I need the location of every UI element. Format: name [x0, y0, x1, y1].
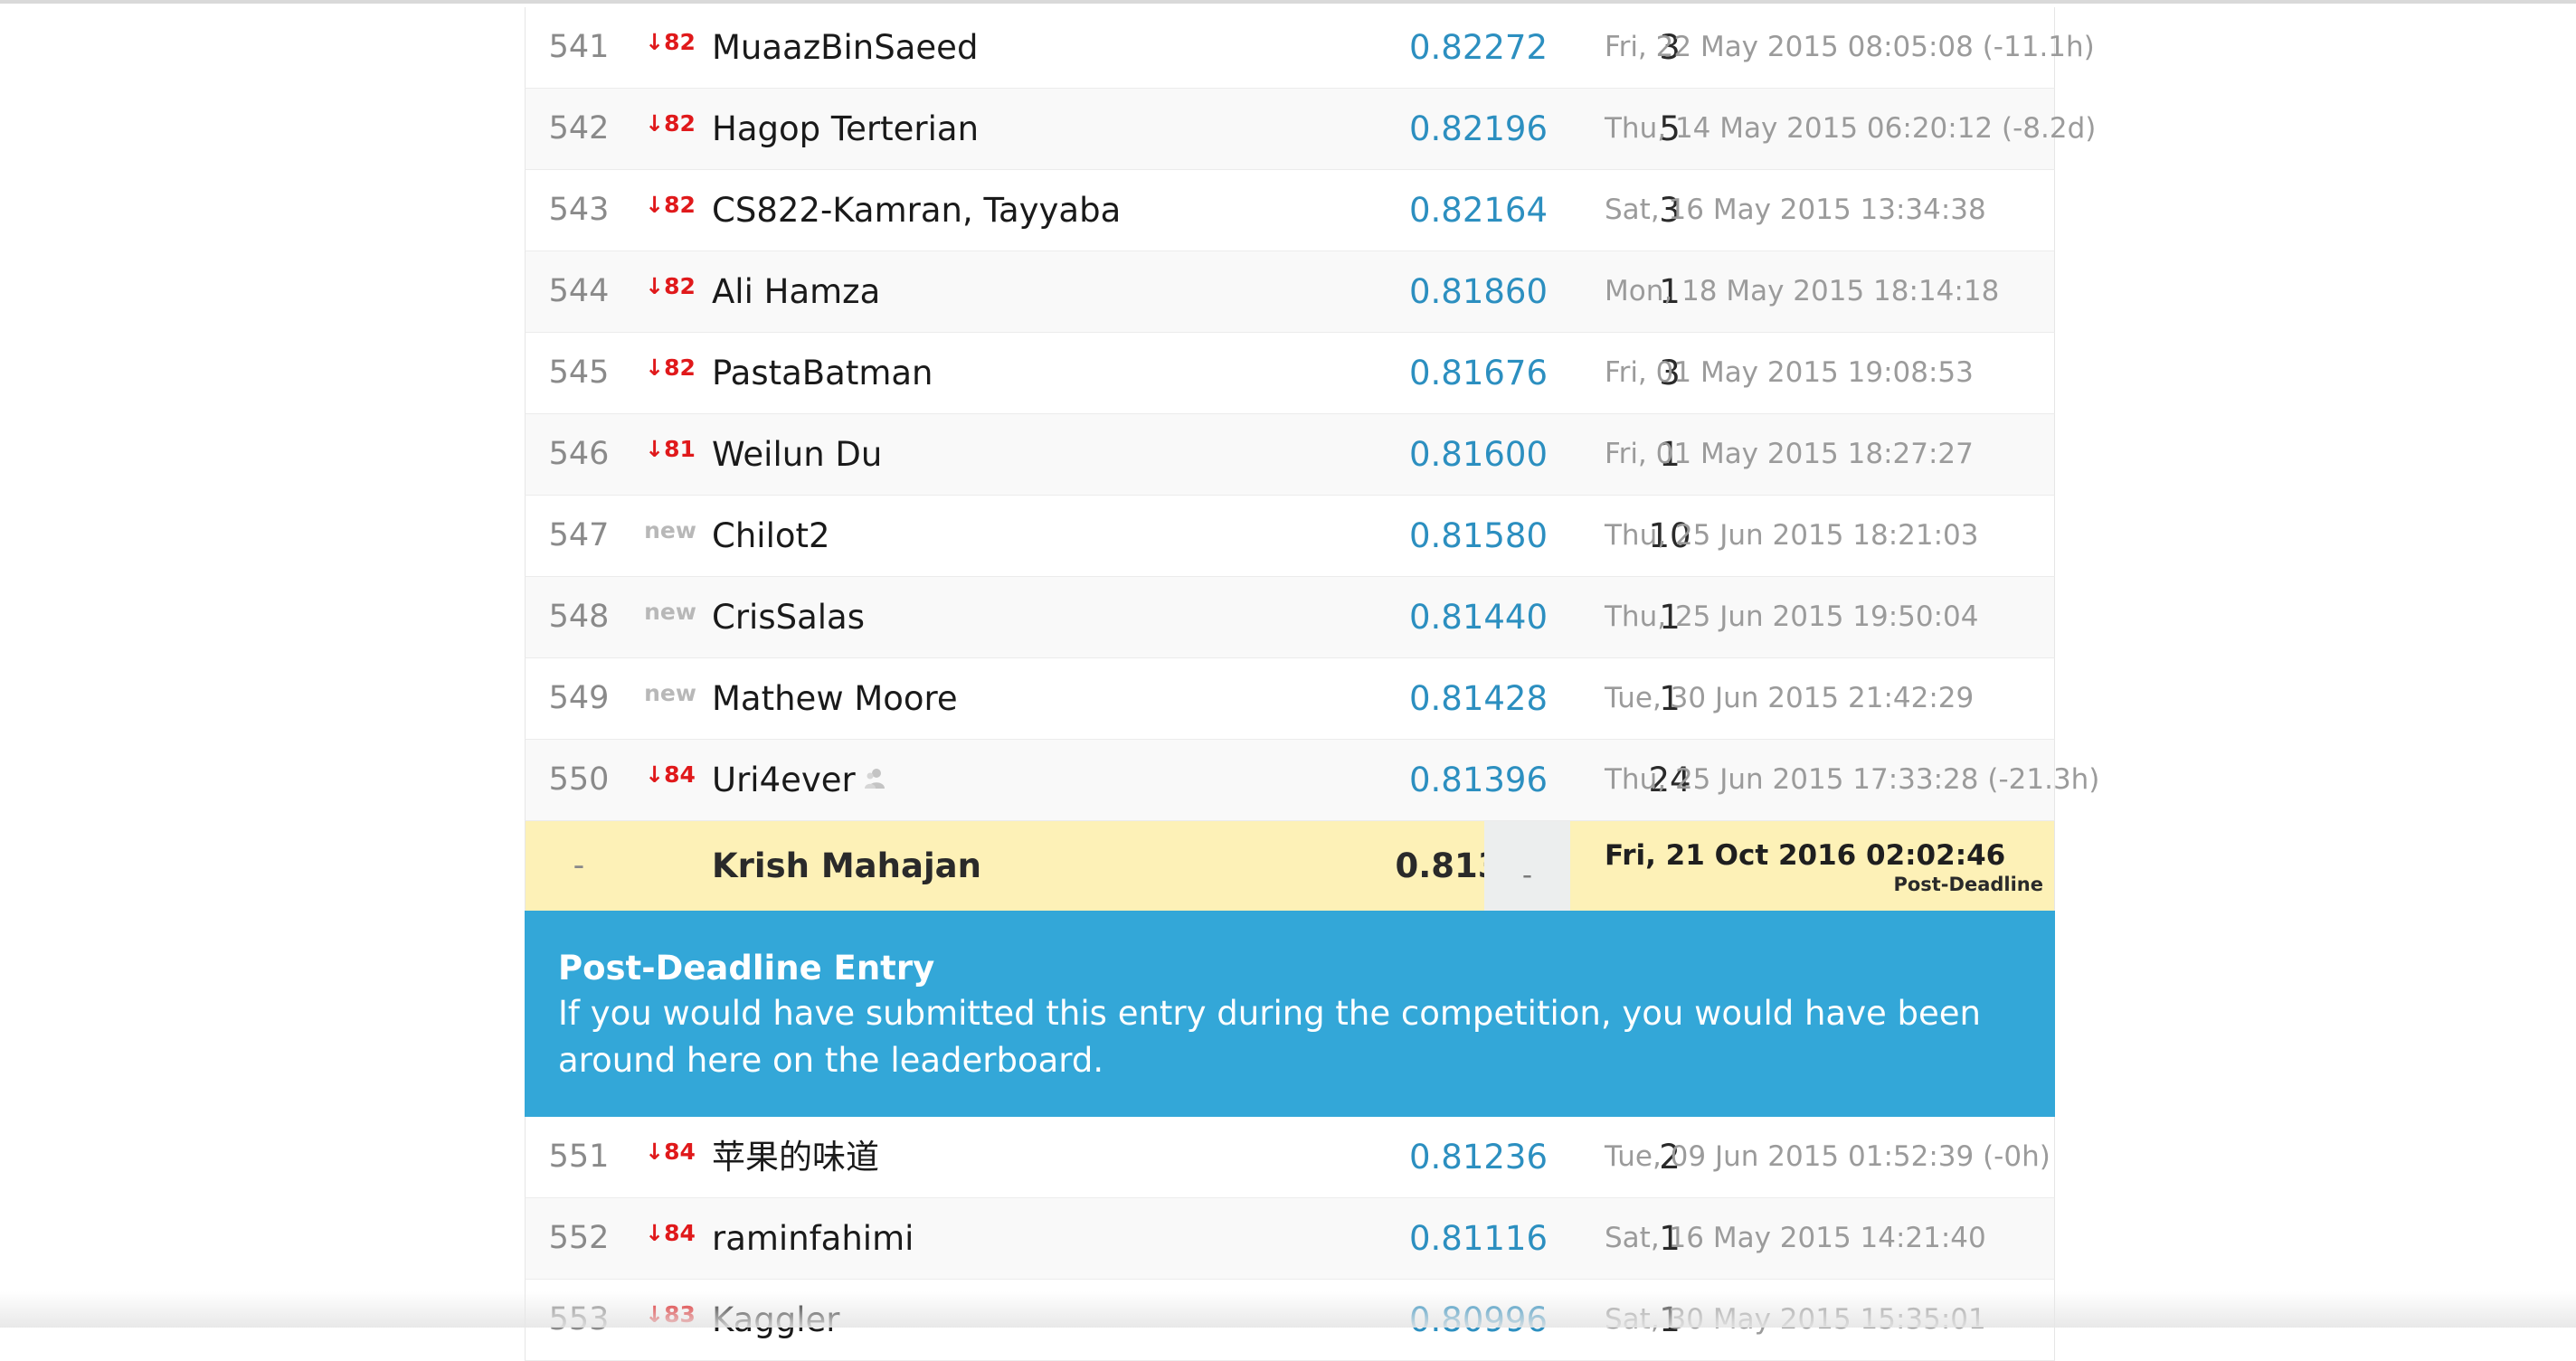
row-team: Ali Hamza	[712, 251, 1291, 332]
row-rank-change: new	[644, 599, 696, 625]
row-rank-change: new	[644, 517, 696, 543]
row-last-submission: Fri, 01 May 2015 18:27:27	[1605, 438, 1974, 470]
post-deadline-banner: Post-Deadline Entry If you would have su…	[525, 911, 2055, 1117]
row-team: Chilot2	[712, 496, 1291, 576]
row-team: raminfahimi	[712, 1198, 1291, 1279]
table-row: 541 ↓82 MuaazBinSaeed 0.82272 3 Fri, 22 May 2…	[525, 7, 2095, 89]
row-team: Uri4ever	[712, 740, 1291, 820]
row-rank-change: ↓84	[645, 761, 696, 788]
row-rank: 541	[548, 29, 610, 65]
row-rank: 542	[548, 110, 610, 146]
row-last-submission: Sat, 16 May 2015 13:34:38	[1605, 194, 1986, 226]
row-rank: 547	[548, 517, 610, 553]
table-row: 542 ↓82 Hagop Terterian 0.82196 5 Thu, 14 May…	[525, 89, 2097, 170]
post-deadline-tag: Post-Deadline	[1893, 874, 2043, 895]
row-rank-change: ↓81	[645, 436, 696, 462]
row-last-submission: Thu, 14 May 2015 06:20:12 (-8.2d)	[1605, 112, 2097, 145]
row-rank-change: ↓82	[645, 354, 696, 381]
row-rank: 543	[548, 192, 610, 228]
row-rank: 548	[548, 599, 610, 635]
table-row: 549 new Mathew Moore 0.81428 1 Tue, 30 Jun 20…	[525, 658, 2055, 740]
table-row: 546 ↓81 Weilun Du 0.81600 1 Fri, 01 May 2015 …	[525, 414, 2055, 496]
top-divider	[0, 0, 2576, 4]
my-entry-entries: -	[1484, 821, 1570, 911]
row-team-name[interactable]: Weilun Du	[712, 435, 882, 474]
row-team-name[interactable]: CrisSalas	[712, 598, 865, 637]
table-row: 550 ↓84 Uri4ever 0.81396 24 Thu, 25 Jun 2015 …	[525, 740, 2100, 821]
table-row: 547 new Chilot2 0.81580 10 Thu, 25 Jun 2015 1…	[525, 496, 2055, 577]
row-rank: 552	[548, 1220, 610, 1256]
row-rank: 544	[548, 273, 610, 309]
row-last-submission: Fri, 22 May 2015 08:05:08 (-11.1h)	[1605, 31, 2095, 63]
row-rank-change: ↓84	[645, 1220, 696, 1246]
row-team-name[interactable]: PastaBatman	[712, 354, 933, 392]
row-rank-change: ↓82	[645, 273, 696, 299]
row-team-name[interactable]: Chilot2	[712, 516, 830, 555]
banner-title: Post-Deadline Entry	[558, 949, 935, 988]
row-rank: 550	[548, 761, 610, 798]
row-team-name[interactable]: raminfahimi	[712, 1219, 914, 1258]
table-row: 548 new CrisSalas 0.81440 1 Thu, 25 Jun 2015 …	[525, 577, 2055, 658]
table-row: 544 ↓82 Ali Hamza 0.81860 1 Mon, 18 May 2015 …	[525, 251, 2055, 333]
row-rank: 545	[548, 354, 610, 391]
table-row: 545 ↓82 PastaBatman 0.81676 3 Fri, 01 May 201…	[525, 333, 2055, 414]
row-rank-change: ↓82	[645, 110, 696, 137]
row-last-submission: Thu, 25 Jun 2015 19:50:04	[1605, 600, 1979, 633]
table-row: 543 ↓82 CS822-Kamran, Tayyaba 0.82164 3 Sat, …	[525, 170, 2055, 251]
leaderboard-rows-before: 541 ↓82 MuaazBinSaeed 0.82272 3 Fri, 22 May 2…	[525, 7, 2100, 821]
leaderboard: 541 ↓82 MuaazBinSaeed 0.82272 3 Fri, 22 May 2…	[525, 7, 2100, 1361]
table-row: 551 ↓84 苹果的味道 0.81236 2 Tue, 09 Jun 2015 01:5…	[525, 1117, 2055, 1198]
row-last-submission: Tue, 30 Jun 2015 21:42:29	[1605, 682, 1975, 714]
row-last-submission: Mon, 18 May 2015 18:14:18	[1605, 275, 2000, 307]
row-rank: 546	[548, 436, 610, 472]
row-rank-change: ↓82	[645, 29, 696, 55]
row-team-name[interactable]: Uri4ever	[712, 761, 856, 799]
my-entry-rank: -	[573, 847, 585, 884]
my-entry-row: - Krish Mahajan 0.81352 - Fri, 21 Oct 20…	[525, 821, 2055, 911]
row-rank-change: ↓82	[645, 192, 696, 218]
row-last-submission: Thu, 25 Jun 2015 17:33:28 (-21.3h)	[1605, 763, 2100, 796]
bottom-fade	[0, 1291, 2576, 1328]
row-team: Hagop Terterian	[712, 89, 1291, 169]
row-last-submission: Fri, 01 May 2015 19:08:53	[1605, 356, 1974, 389]
row-rank: 549	[548, 680, 610, 716]
row-team: CS822-Kamran, Tayyaba	[712, 170, 1291, 250]
row-team-name[interactable]: MuaazBinSaeed	[712, 28, 978, 67]
row-team: PastaBatman	[712, 333, 1291, 413]
row-last-submission: Sat, 16 May 2015 14:21:40	[1605, 1222, 1986, 1254]
row-team: CrisSalas	[712, 577, 1291, 657]
row-team: Mathew Moore	[712, 658, 1291, 739]
row-last-submission: Thu, 25 Jun 2015 18:21:03	[1605, 519, 1979, 552]
row-team-name[interactable]: Mathew Moore	[712, 679, 958, 718]
my-entry-last-submission: Fri, 21 Oct 2016 02:02:46	[1605, 839, 2006, 872]
my-entry-team-name[interactable]: Krish Mahajan	[712, 821, 1291, 911]
row-team-name[interactable]: Ali Hamza	[712, 272, 880, 311]
row-rank-change: ↓84	[645, 1139, 696, 1165]
row-team: 苹果的味道	[712, 1117, 1291, 1197]
row-last-submission: Tue, 09 Jun 2015 01:52:39 (-0h)	[1605, 1140, 2050, 1173]
row-team: MuaazBinSaeed	[712, 7, 1291, 88]
row-rank-change: new	[644, 680, 696, 706]
row-team-name[interactable]: 苹果的味道	[712, 1138, 879, 1177]
row-team: Weilun Du	[712, 414, 1291, 495]
row-team-name[interactable]: CS822-Kamran, Tayyaba	[712, 191, 1121, 230]
row-team-name[interactable]: Hagop Terterian	[712, 109, 979, 148]
table-row: 552 ↓84 raminfahimi 0.81116 1 Sat, 16 May 201…	[525, 1198, 2055, 1280]
row-rank: 551	[548, 1139, 610, 1175]
person-icon	[864, 738, 885, 818]
banner-text: If you would have submitted this entry d…	[558, 994, 1981, 1080]
